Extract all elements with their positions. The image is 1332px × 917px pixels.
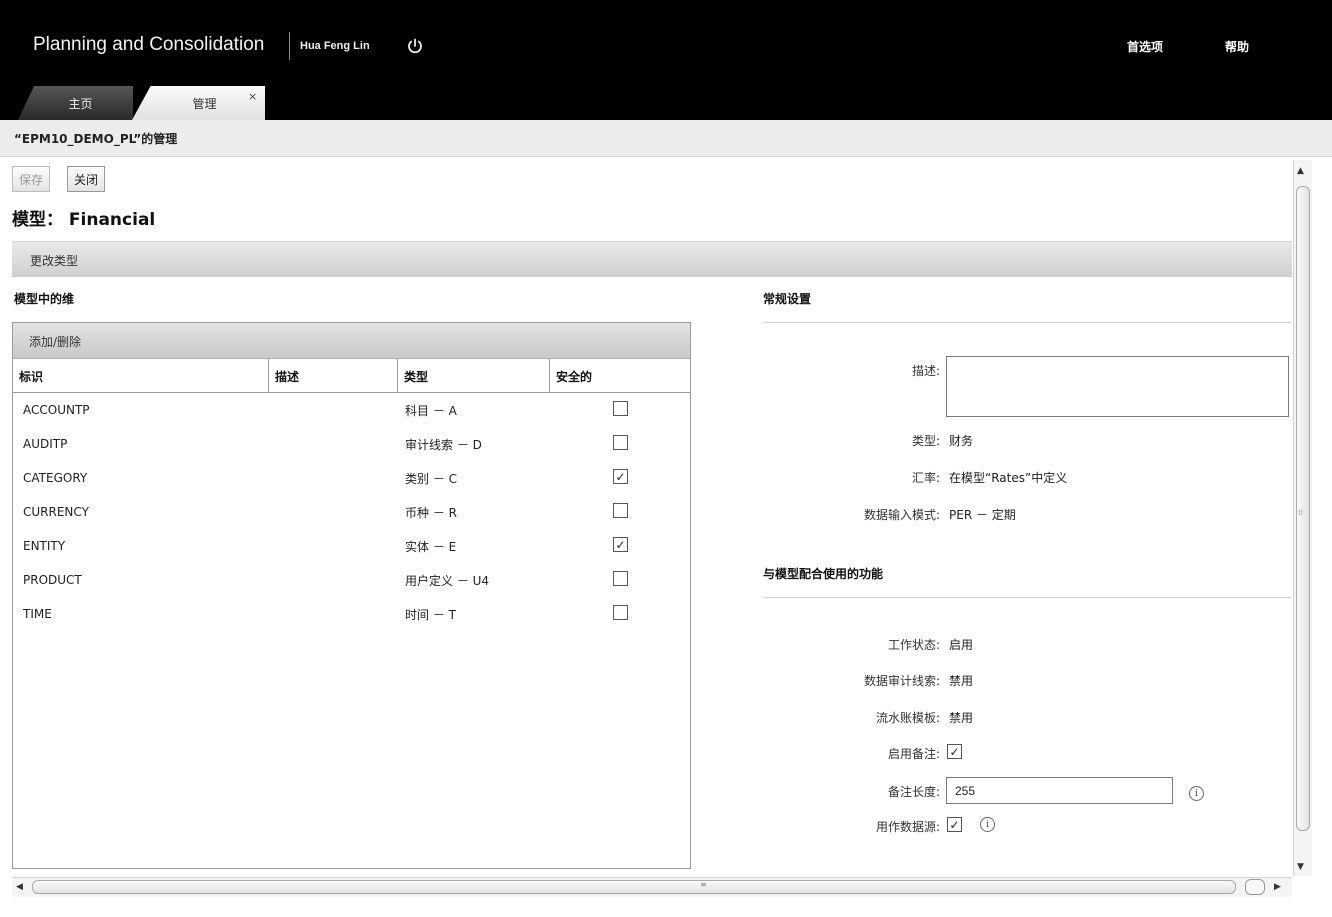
table-row[interactable]: ENTITY 实体 － E ✓ — [13, 529, 690, 563]
cell-type: 科目 － A — [405, 403, 457, 418]
column-header-type[interactable]: 类型 — [398, 359, 550, 393]
scroll-grip-icon: ⁞⁞ — [1298, 508, 1304, 517]
secure-checkbox[interactable] — [613, 503, 628, 518]
tab-home-label: 主页 — [68, 96, 93, 111]
table-row[interactable]: AUDITP 审计线索 － D — [13, 427, 690, 461]
save-button[interactable]: 保存 — [12, 166, 51, 192]
close-button[interactable]: 关闭 — [67, 166, 106, 192]
rates-value: 在模型“Rates”中定义 — [949, 471, 1068, 485]
cell-id: TIME — [23, 607, 52, 621]
general-settings-heading: 常规设置 — [763, 292, 812, 306]
grid-toolbar: 添加/删除 — [13, 323, 690, 359]
table-row[interactable]: ACCOUNTP 科目 － A — [13, 393, 690, 427]
power-icon[interactable] — [406, 37, 424, 55]
scroll-arrow-right-icon[interactable]: ▶ — [1274, 882, 1281, 892]
cell-id: CATEGORY — [23, 471, 88, 485]
description-label: 描述: — [911, 364, 940, 378]
help-link[interactable]: 帮助 — [1225, 38, 1249, 55]
source-label: 用作数据源: — [875, 820, 940, 834]
info-icon[interactable]: i — [1189, 786, 1204, 801]
breadcrumb-bar: “EPM10_DEMO_PL”的管理 — [0, 120, 1332, 157]
scroll-arrow-left-icon[interactable]: ◀ — [16, 882, 23, 892]
column-header-secure[interactable]: 安全的 — [550, 359, 690, 393]
comments-checkbox[interactable]: ✓ — [947, 744, 962, 759]
audit-label: 数据审计线索: — [863, 674, 940, 688]
cell-id: PRODUCT — [23, 573, 82, 587]
work-status-value: 启用 — [949, 638, 974, 652]
cell-type: 时间 － T — [405, 607, 456, 622]
features-heading: 与模型配合使用的功能 — [763, 567, 884, 581]
comment-length-label: 备注长度: — [887, 785, 940, 799]
cell-id: ENTITY — [23, 539, 66, 553]
secure-checkbox[interactable] — [613, 571, 628, 586]
user-name: Hua Feng Lin — [300, 40, 370, 52]
close-icon[interactable]: × — [248, 90, 257, 103]
divider — [763, 597, 1291, 598]
scroll-grip-icon: ≡ — [700, 880, 707, 889]
app-title: Planning and Consolidation — [33, 34, 265, 55]
table-row[interactable]: PRODUCT 用户定义 － U4 — [13, 563, 690, 597]
entry-mode-value: PER － 定期 — [949, 508, 1016, 522]
cell-id: ACCOUNTP — [23, 403, 90, 417]
dimensions-grid: 添加/删除 标识 描述 类型 安全的 ACCOUNTP 科目 － A AUDIT… — [12, 322, 691, 869]
divider — [763, 322, 1291, 323]
type-label: 类型: — [911, 434, 940, 448]
scroll-arrow-down-icon[interactable]: ▼ — [1297, 862, 1304, 872]
secure-checkbox[interactable]: ✓ — [613, 469, 628, 484]
add-remove-button[interactable]: 添加/删除 — [29, 333, 81, 350]
secure-checkbox[interactable] — [613, 435, 628, 450]
page-title: 模型： Financial — [12, 210, 156, 230]
info-icon[interactable]: i — [980, 817, 995, 832]
secure-checkbox[interactable] — [613, 605, 628, 620]
rates-label: 汇率: — [911, 471, 940, 485]
journal-value: 禁用 — [949, 711, 974, 725]
cell-type: 实体 － E — [405, 539, 457, 554]
cell-type: 币种 － R — [405, 505, 457, 520]
title-separator — [289, 32, 290, 60]
tab-admin[interactable]: 管理 — [132, 86, 265, 120]
change-type-button[interactable]: 更改类型 — [30, 252, 78, 269]
source-checkbox[interactable]: ✓ — [947, 817, 962, 832]
app-header: Planning and Consolidation Hua Feng Lin … — [0, 0, 1332, 120]
column-header-description[interactable]: 描述 — [269, 359, 398, 393]
horizontal-scroll-thumb[interactable] — [32, 880, 1236, 894]
comments-label: 启用备注: — [887, 747, 940, 761]
secure-checkbox[interactable] — [613, 401, 628, 416]
cell-type: 用户定义 － U4 — [405, 573, 490, 588]
secure-checkbox[interactable]: ✓ — [613, 537, 628, 552]
dimensions-heading: 模型中的维 — [14, 292, 75, 306]
breadcrumb: “EPM10_DEMO_PL”的管理 — [14, 132, 178, 146]
table-row[interactable]: TIME 时间 － T — [13, 597, 690, 631]
tab-admin-label: 管理 — [192, 96, 217, 111]
cell-id: AUDITP — [23, 437, 68, 451]
tab-home[interactable]: 主页 — [18, 86, 133, 120]
type-value: 财务 — [949, 434, 974, 448]
description-field[interactable] — [946, 356, 1289, 417]
cell-type: 审计线索 － D — [405, 437, 482, 452]
grid-header: 标识 描述 类型 安全的 — [13, 359, 690, 393]
preferences-link[interactable]: 首选项 — [1127, 38, 1163, 55]
table-row[interactable]: CATEGORY 类别 － C ✓ — [13, 461, 690, 495]
work-status-label: 工作状态: — [887, 638, 940, 652]
scroll-arrow-up-icon[interactable]: ▲ — [1297, 166, 1304, 176]
horizontal-scroll-end — [1245, 879, 1265, 895]
journal-label: 流水账模板: — [875, 711, 940, 725]
table-row[interactable]: CURRENCY 币种 － R — [13, 495, 690, 529]
audit-value: 禁用 — [949, 674, 974, 688]
change-type-bar: 更改类型 — [12, 241, 1292, 277]
entry-mode-label: 数据输入模式: — [863, 508, 940, 522]
cell-id: CURRENCY — [23, 505, 89, 519]
cell-type: 类别 － C — [405, 471, 458, 486]
column-header-id[interactable]: 标识 — [13, 359, 269, 393]
comment-length-input[interactable] — [946, 777, 1173, 804]
